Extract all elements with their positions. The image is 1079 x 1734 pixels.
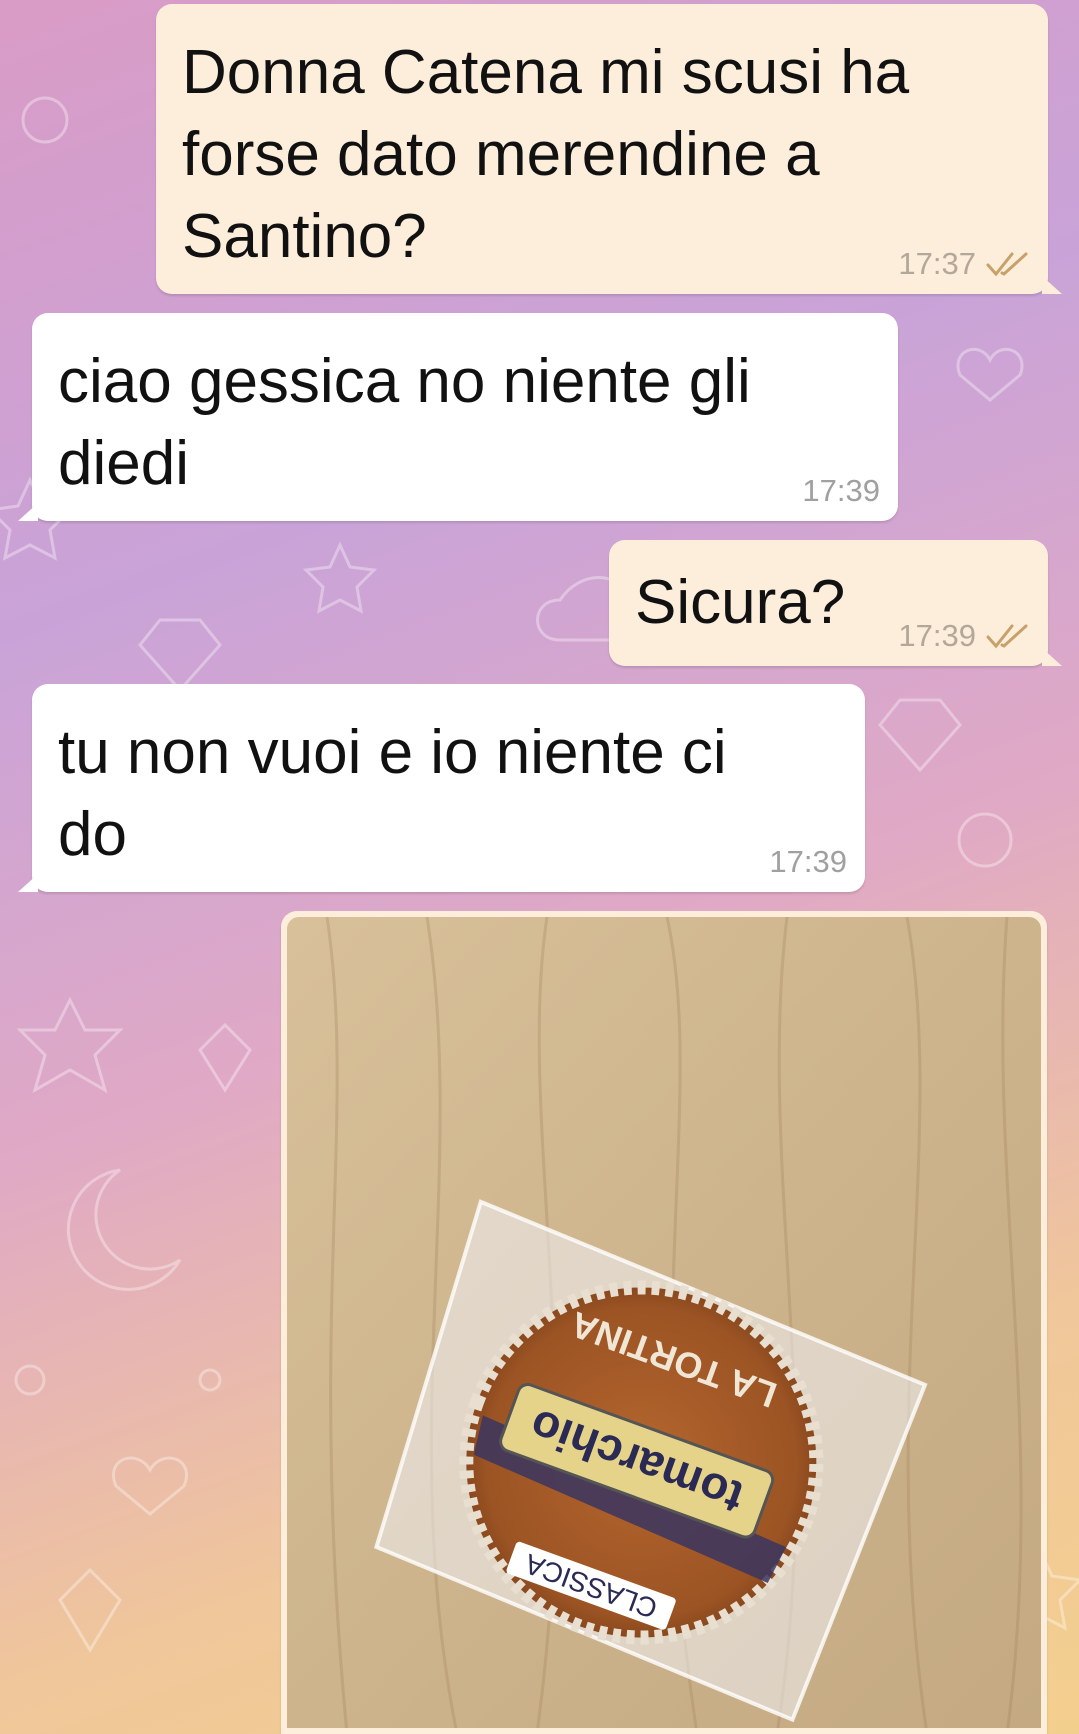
message-meta: 17:37 xyxy=(898,246,1030,282)
photo-message[interactable]: tomarchio CLASSICA LA TORTINA xyxy=(281,911,1047,1734)
message-bubble-incoming[interactable]: ciao gessica no niente gli diedi 17:39 xyxy=(18,313,898,521)
message-time: 17:39 xyxy=(898,618,976,653)
message-meta: 17:39 xyxy=(769,844,847,880)
message-text: Sicura? xyxy=(635,568,846,637)
message-meta: 17:39 xyxy=(898,618,1030,654)
message-bubble-outgoing[interactable]: Donna Catena mi scusi ha forse dato mere… xyxy=(156,4,1062,294)
message-text: ciao gessica no niente gli diedi xyxy=(58,347,751,498)
message-text: tu non vuoi e io niente ci do xyxy=(58,718,727,869)
read-double-check-icon xyxy=(986,624,1028,649)
message-text: Donna Catena mi scusi ha forse dato mere… xyxy=(182,38,910,271)
message-meta: 17:39 xyxy=(802,473,880,509)
message-time: 17:37 xyxy=(898,246,976,281)
message-time: 17:39 xyxy=(769,844,847,879)
message-bubble-incoming[interactable]: tu non vuoi e io niente ci do 17:39 xyxy=(18,684,865,892)
message-time: 17:39 xyxy=(802,473,880,508)
read-double-check-icon xyxy=(986,252,1028,277)
snack-photo[interactable]: tomarchio CLASSICA LA TORTINA xyxy=(287,917,1041,1728)
message-bubble-outgoing[interactable]: Sicura? 17:39 xyxy=(609,540,1062,666)
snack-photo-image: tomarchio CLASSICA LA TORTINA xyxy=(287,917,1041,1728)
